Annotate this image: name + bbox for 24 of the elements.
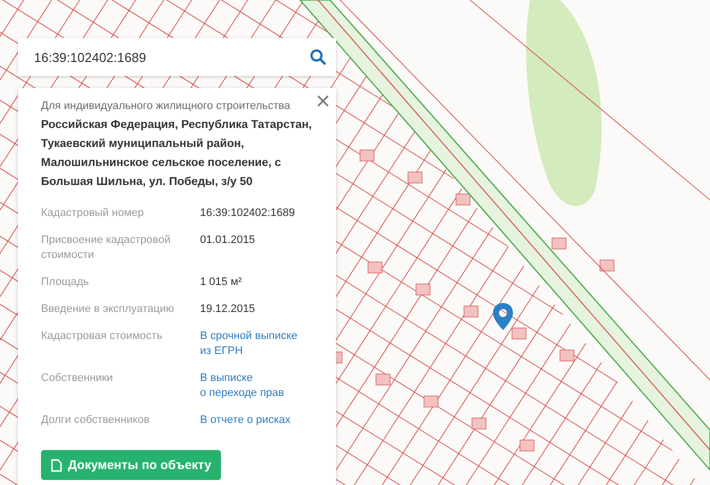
document-icon bbox=[51, 458, 62, 472]
field-label: Присвоение кадастровой стоимости bbox=[41, 233, 172, 263]
field-label: Долги собственников bbox=[41, 413, 151, 428]
field-value: 16:39:102402:1689 bbox=[200, 206, 296, 221]
field-value: 01.01.2015 bbox=[200, 233, 256, 248]
field-link[interactable]: В отчете о рисках bbox=[200, 413, 290, 428]
field-label: Собственники bbox=[41, 371, 114, 386]
close-button[interactable] bbox=[316, 94, 330, 108]
field-label: Введение в эксплуатацию bbox=[41, 302, 176, 317]
field-label: Площадь bbox=[41, 275, 90, 290]
field-value: 19.12.2015 bbox=[200, 302, 256, 317]
search-field[interactable]: 16:39:102402:1689 bbox=[18, 38, 336, 76]
field-label: Кадастровый номер bbox=[41, 206, 145, 221]
field-link[interactable]: В выписке о переходе прав bbox=[200, 371, 284, 401]
search-input[interactable]: 16:39:102402:1689 bbox=[32, 48, 310, 66]
close-icon bbox=[316, 94, 330, 108]
map-pin-icon[interactable] bbox=[493, 303, 513, 330]
field-value: 1 015 м² bbox=[200, 275, 243, 290]
documents-button[interactable]: Документы по объекту bbox=[41, 450, 222, 480]
land-purpose: Для индивидуального жилищного строительства bbox=[41, 100, 292, 112]
field-label: Кадастровая стоимость bbox=[41, 329, 164, 344]
field-link[interactable]: В срочной выписке из ЕГРН bbox=[200, 329, 298, 359]
address: Российская Федерация, Республика Татарстан, Тукаевский муниципальный район, Малошильнинское сельское поселение, с Большая Шильна, ул. Победы, з/у 50 bbox=[41, 118, 313, 190]
search-icon[interactable] bbox=[310, 49, 326, 65]
